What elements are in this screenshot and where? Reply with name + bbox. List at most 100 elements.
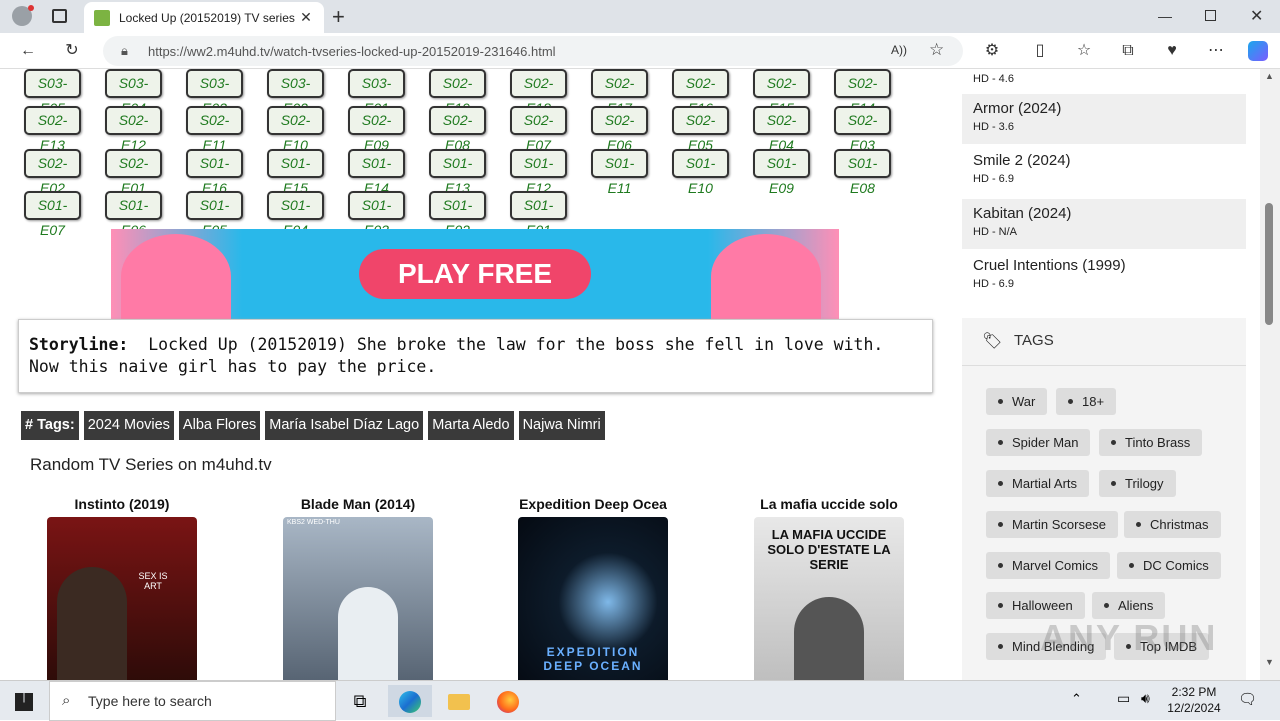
episode-button[interactable]: S01-E15 <box>267 149 324 196</box>
extensions-icon[interactable]: ⚙ <box>982 41 1002 61</box>
firefox-icon[interactable] <box>486 685 530 717</box>
sidebar-movie-item[interactable]: Kabitan (2024) HD - N/A <box>962 199 1246 249</box>
tag-link[interactable]: Najwa Nimri <box>518 411 605 440</box>
episode-button[interactable]: S02-E03 <box>834 106 891 153</box>
episode-button[interactable]: S03-E04 <box>105 69 162 116</box>
tag-pill[interactable]: Christmas <box>1124 511 1221 538</box>
edge-taskbar-icon[interactable] <box>388 685 432 717</box>
episode-button[interactable]: S01-E16 <box>186 149 243 196</box>
ad-banner[interactable]: PLAY FREE <box>111 229 839 319</box>
episode-button[interactable]: S02-E15 <box>753 69 810 116</box>
episode-button[interactable]: S02-E01 <box>105 149 162 196</box>
minimize-icon[interactable]: — <box>1158 8 1172 24</box>
episode-button[interactable]: S02-E19 <box>429 69 486 116</box>
episode-button[interactable]: S03-E05 <box>24 69 81 116</box>
notifications-icon[interactable]: 🗨︎ <box>1238 690 1257 708</box>
episode-button[interactable]: S02-E12 <box>105 106 162 153</box>
episode-button[interactable]: S01-E11 <box>591 149 648 196</box>
episode-button[interactable]: S01-E09 <box>753 149 810 196</box>
series-poster[interactable]: LA MAFIA UCCIDE SOLO D'ESTATE LA SERIE <box>754 517 904 680</box>
series-title[interactable]: Instinto (2019) <box>4 496 240 516</box>
episode-button[interactable]: S01-E07 <box>24 191 81 238</box>
tag-link[interactable]: María Isabel Díaz Lago <box>265 411 424 440</box>
sidebar-movie-title[interactable]: Armor (2024) <box>973 100 1235 117</box>
read-aloud-icon[interactable]: A)) <box>891 43 907 57</box>
episode-button[interactable]: S02-E17 <box>591 69 648 116</box>
series-card[interactable]: Blade Man (2014) KBS2 WED-THU <box>240 496 476 680</box>
tag-pill[interactable]: Aliens <box>1092 592 1166 619</box>
taskbar-clock[interactable]: 2:32 PM 12/2/2024 <box>1165 684 1223 716</box>
episode-button[interactable]: S01-E06 <box>105 191 162 238</box>
episode-button[interactable]: S02-E02 <box>24 149 81 196</box>
episode-button[interactable]: S01-E04 <box>267 191 324 238</box>
close-window-icon[interactable]: ✕ <box>1250 6 1263 26</box>
tag-pill[interactable]: Martial Arts <box>986 470 1090 497</box>
scrollbar-thumb[interactable] <box>1265 203 1273 325</box>
episode-button[interactable]: S02-E08 <box>429 106 486 153</box>
sidebar-movie-title[interactable]: Smile 2 (2024) <box>973 152 1235 169</box>
scroll-down-icon[interactable]: ▼ <box>1265 657 1274 667</box>
restore-icon[interactable] <box>1205 10 1216 21</box>
episode-button[interactable]: S01-E08 <box>834 149 891 196</box>
episode-button[interactable]: S02-E13 <box>24 106 81 153</box>
tag-link[interactable]: 2024 Movies <box>83 411 174 440</box>
volume-icon[interactable]: 🔊︎ <box>1141 690 1150 707</box>
ad-play-button[interactable]: PLAY FREE <box>359 249 591 299</box>
tag-pill[interactable]: DC Comics <box>1117 552 1221 579</box>
split-screen-icon[interactable]: ▯ <box>1030 41 1050 61</box>
sidebar-movie-item[interactable]: Armor (2024) HD - 3.6 <box>962 94 1246 144</box>
network-icon[interactable]: ▭ <box>1117 690 1130 707</box>
performance-icon[interactable]: ♥ <box>1162 41 1182 61</box>
series-title[interactable]: Blade Man (2014) <box>240 496 476 516</box>
copilot-icon[interactable] <box>1248 41 1268 61</box>
sidebar-movie-title[interactable]: Kabitan (2024) <box>973 205 1235 222</box>
scroll-up-icon[interactable]: ▲ <box>1265 71 1274 81</box>
episode-button[interactable]: S01-E02 <box>429 191 486 238</box>
tag-pill[interactable]: War <box>986 388 1048 415</box>
tag-pill[interactable]: Halloween <box>986 592 1085 619</box>
page-scrollbar[interactable]: ▲ ▼ <box>1260 69 1280 680</box>
episode-button[interactable]: S01-E12 <box>510 149 567 196</box>
tab-close-icon[interactable]: ✕ <box>298 9 314 26</box>
refresh-icon[interactable]: ↻ <box>62 41 82 61</box>
episode-button[interactable]: S03-E03 <box>186 69 243 116</box>
back-icon[interactable]: ← <box>18 41 38 61</box>
episode-button[interactable]: S02-E07 <box>510 106 567 153</box>
series-card[interactable]: Instinto (2019) SEX IS ART <box>4 496 240 680</box>
episode-button[interactable]: S02-E09 <box>348 106 405 153</box>
taskbar-search[interactable]: ⌕ Type here to search <box>49 681 336 721</box>
episode-button[interactable]: S02-E06 <box>591 106 648 153</box>
series-title[interactable]: La mafia uccide solo <box>711 496 947 516</box>
episode-button[interactable]: S01-E05 <box>186 191 243 238</box>
tag-link[interactable]: Marta Aledo <box>428 411 514 440</box>
series-card[interactable]: La mafia uccide solo LA MAFIA UCCIDE SOL… <box>711 496 947 680</box>
episode-button[interactable]: S01-E13 <box>429 149 486 196</box>
episode-button[interactable]: S02-E04 <box>753 106 810 153</box>
collections-icon[interactable]: ⧉ <box>1118 41 1138 61</box>
new-tab-icon[interactable]: + <box>332 4 345 30</box>
tray-chevron-icon[interactable]: ⌃ <box>1071 691 1082 707</box>
episode-button[interactable]: S02-E14 <box>834 69 891 116</box>
series-poster[interactable]: EXPEDITION DEEP OCEAN <box>518 517 668 680</box>
series-title[interactable]: Expedition Deep Ocea <box>475 496 711 516</box>
file-explorer-icon[interactable] <box>437 685 481 717</box>
episode-button[interactable]: S03-E02 <box>267 69 324 116</box>
tag-pill[interactable]: Spider Man <box>986 429 1091 456</box>
favorite-star-icon[interactable]: ☆ <box>929 40 944 60</box>
tab-active[interactable]: Locked Up (20152019) TV series | ✕ <box>84 2 324 33</box>
more-menu-icon[interactable]: ⋯ <box>1206 41 1226 61</box>
sidebar-movie-item[interactable]: Smile 2 (2024) HD - 6.9 <box>962 146 1246 196</box>
tag-pill[interactable]: Trilogy <box>1099 470 1176 497</box>
tag-pill[interactable]: Marvel Comics <box>986 552 1110 579</box>
series-poster[interactable]: KBS2 WED-THU <box>283 517 433 680</box>
episode-button[interactable]: S02-E16 <box>672 69 729 116</box>
episode-button[interactable]: S01-E03 <box>348 191 405 238</box>
favorites-icon[interactable]: ☆ <box>1074 41 1094 61</box>
tag-link[interactable]: Alba Flores <box>178 411 261 440</box>
episode-button[interactable]: S02-E05 <box>672 106 729 153</box>
series-card[interactable]: Expedition Deep Ocea EXPEDITION DEEP OCE… <box>475 496 711 680</box>
address-bar[interactable]: 🔒︎ https://ww2.m4uhd.tv/watch-tvseries-l… <box>103 36 963 66</box>
tag-pill[interactable]: Martin Scorsese <box>986 511 1118 538</box>
episode-button[interactable]: S01-E10 <box>672 149 729 196</box>
episode-button[interactable]: S03-E01 <box>348 69 405 116</box>
